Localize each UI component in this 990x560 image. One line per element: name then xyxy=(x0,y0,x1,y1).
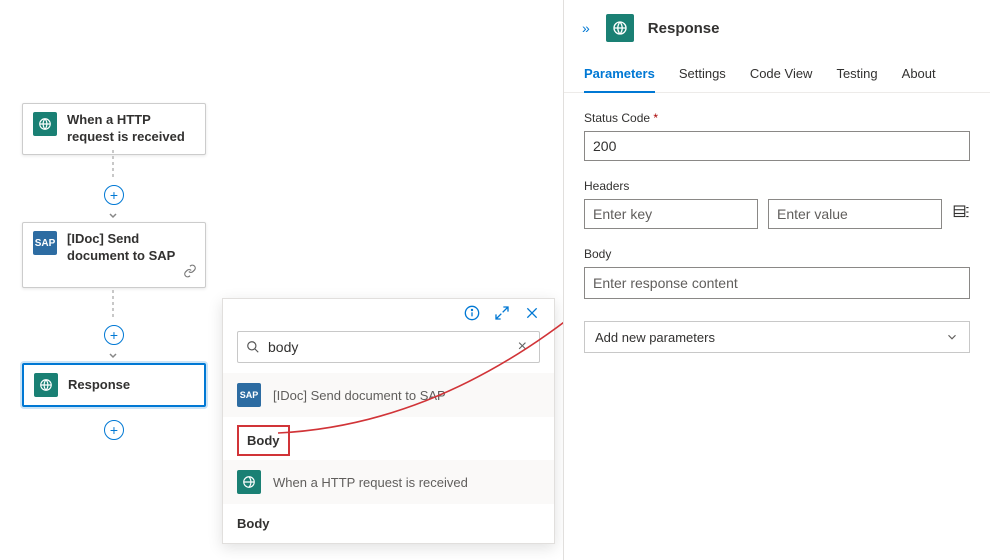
sap-icon: SAP xyxy=(33,231,57,255)
table-mode-icon[interactable] xyxy=(952,203,970,226)
response-icon xyxy=(606,14,634,42)
status-code-label: Status Code * xyxy=(584,111,970,125)
headers-label: Headers xyxy=(584,179,970,193)
add-parameters-label: Add new parameters xyxy=(595,330,715,345)
search-input[interactable] xyxy=(268,339,514,355)
add-action-button[interactable]: + xyxy=(104,325,124,345)
link-icon xyxy=(183,264,197,283)
request-icon xyxy=(33,112,57,136)
tab-bar: Parameters Settings Code View Testing Ab… xyxy=(564,60,990,93)
token-group-sap[interactable]: SAP [IDoc] Send document to SAP xyxy=(223,373,554,417)
workflow-node-trigger[interactable]: When a HTTP request is received xyxy=(22,103,206,155)
workflow-node-label: [IDoc] Send document to SAP xyxy=(67,231,195,265)
body-label: Body xyxy=(584,247,970,261)
token-group-label: When a HTTP request is received xyxy=(273,475,468,490)
info-icon[interactable] xyxy=(464,305,480,326)
add-action-button[interactable]: + xyxy=(104,185,124,205)
header-key-input[interactable] xyxy=(584,199,758,229)
close-icon[interactable] xyxy=(524,305,540,326)
search-field[interactable]: × xyxy=(237,331,540,363)
action-panel: » Response Parameters Settings Code View… xyxy=(563,0,990,560)
connector-line xyxy=(112,150,114,180)
token-group-label: [IDoc] Send document to SAP xyxy=(273,388,446,403)
token-body-sap[interactable]: Body xyxy=(237,425,290,456)
chevron-down-icon xyxy=(108,208,118,218)
tab-settings[interactable]: Settings xyxy=(679,60,726,92)
add-action-button[interactable]: + xyxy=(104,420,124,440)
workflow-node-label: When a HTTP request is received xyxy=(67,112,195,146)
token-group-http[interactable]: When a HTTP request is received xyxy=(223,460,554,504)
body-input[interactable] xyxy=(584,267,970,299)
workflow-node-response[interactable]: Response xyxy=(22,363,206,407)
header-value-input[interactable] xyxy=(768,199,942,229)
chevron-down-icon xyxy=(108,348,118,358)
tab-testing[interactable]: Testing xyxy=(836,60,877,92)
tab-about[interactable]: About xyxy=(902,60,936,92)
sap-icon: SAP xyxy=(237,383,261,407)
workflow-node-sap[interactable]: SAP [IDoc] Send document to SAP xyxy=(22,222,206,288)
panel-title: Response xyxy=(648,20,720,37)
chevron-down-icon xyxy=(945,330,959,344)
connector-line xyxy=(112,290,114,320)
add-parameters-dropdown[interactable]: Add new parameters xyxy=(584,321,970,353)
tab-parameters[interactable]: Parameters xyxy=(584,60,655,93)
tab-codeview[interactable]: Code View xyxy=(750,60,813,92)
request-icon xyxy=(237,470,261,494)
clear-icon[interactable]: × xyxy=(514,338,531,356)
workflow-node-label: Response xyxy=(68,377,130,394)
status-code-input[interactable] xyxy=(584,131,970,161)
search-icon xyxy=(246,340,260,354)
dynamic-content-picker: × SAP [IDoc] Send document to SAP Body W… xyxy=(222,298,555,544)
collapse-icon[interactable]: » xyxy=(582,20,590,36)
expand-icon[interactable] xyxy=(494,305,510,326)
token-body-http[interactable]: Body xyxy=(223,504,554,543)
response-icon xyxy=(34,373,58,397)
